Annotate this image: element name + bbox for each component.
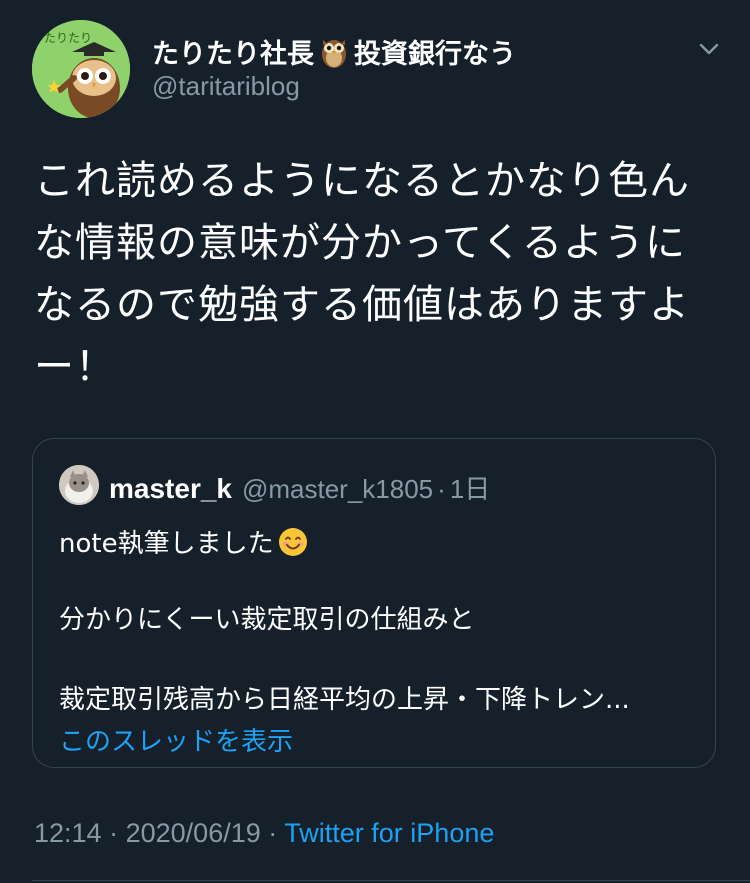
quoted-author-avatar[interactable] xyxy=(59,465,99,505)
smiling-face-icon xyxy=(278,527,308,557)
author-handle[interactable]: @taritariblog xyxy=(152,71,300,102)
avatar-caption: たりたり xyxy=(44,31,92,45)
chevron-down-icon[interactable] xyxy=(698,38,720,60)
display-name-text-2: 投資銀行なう xyxy=(354,39,516,70)
separator: · xyxy=(268,818,278,848)
quoted-tweet[interactable]: master_k @master_k1805 · 1日 note執筆しました 分… xyxy=(32,438,716,768)
quoted-text-line: 分かりにくーい裁定取引の仕組みと xyxy=(59,605,475,635)
author-display-name[interactable]: たりたり社長 投資銀行なう xyxy=(152,32,516,71)
separator: · xyxy=(109,818,119,848)
display-name-text: たりたり社長 xyxy=(152,39,314,70)
quoted-text: note執筆しました xyxy=(59,529,274,559)
separator: · xyxy=(437,474,446,504)
divider xyxy=(32,880,750,881)
tweet-time[interactable]: 12:14 xyxy=(34,818,102,848)
tweet-metadata: 12:14 · 2020/06/19 · Twitter for iPhone xyxy=(34,818,494,849)
quoted-timestamp: 1日 xyxy=(449,474,491,504)
quoted-author-handle[interactable]: @master_k1805 xyxy=(242,474,433,505)
quoted-header: master_k @master_k1805 · 1日 xyxy=(109,469,490,506)
tweet-text: これ読めるようになるとかなり色んな情報の意味が分かってくるようになるので勉強する… xyxy=(34,158,690,390)
tweet-date[interactable]: 2020/06/19 xyxy=(126,818,261,848)
tweet: たりたり たりたり社長 投資銀行なう @taritariblog これ読めるよう… xyxy=(0,0,750,883)
quoted-text-line: note執筆しました xyxy=(59,523,308,560)
quoted-text-line: 裁定取引残高から日経平均の上昇・下降トレン... xyxy=(59,685,630,715)
quoted-author-name[interactable]: master_k xyxy=(109,473,232,505)
author-avatar[interactable]: たりたり xyxy=(32,20,130,118)
show-thread-link[interactable]: このスレッドを表示 xyxy=(59,721,293,758)
tweet-source-link[interactable]: Twitter for iPhone xyxy=(284,818,494,848)
owl-icon xyxy=(320,36,348,68)
